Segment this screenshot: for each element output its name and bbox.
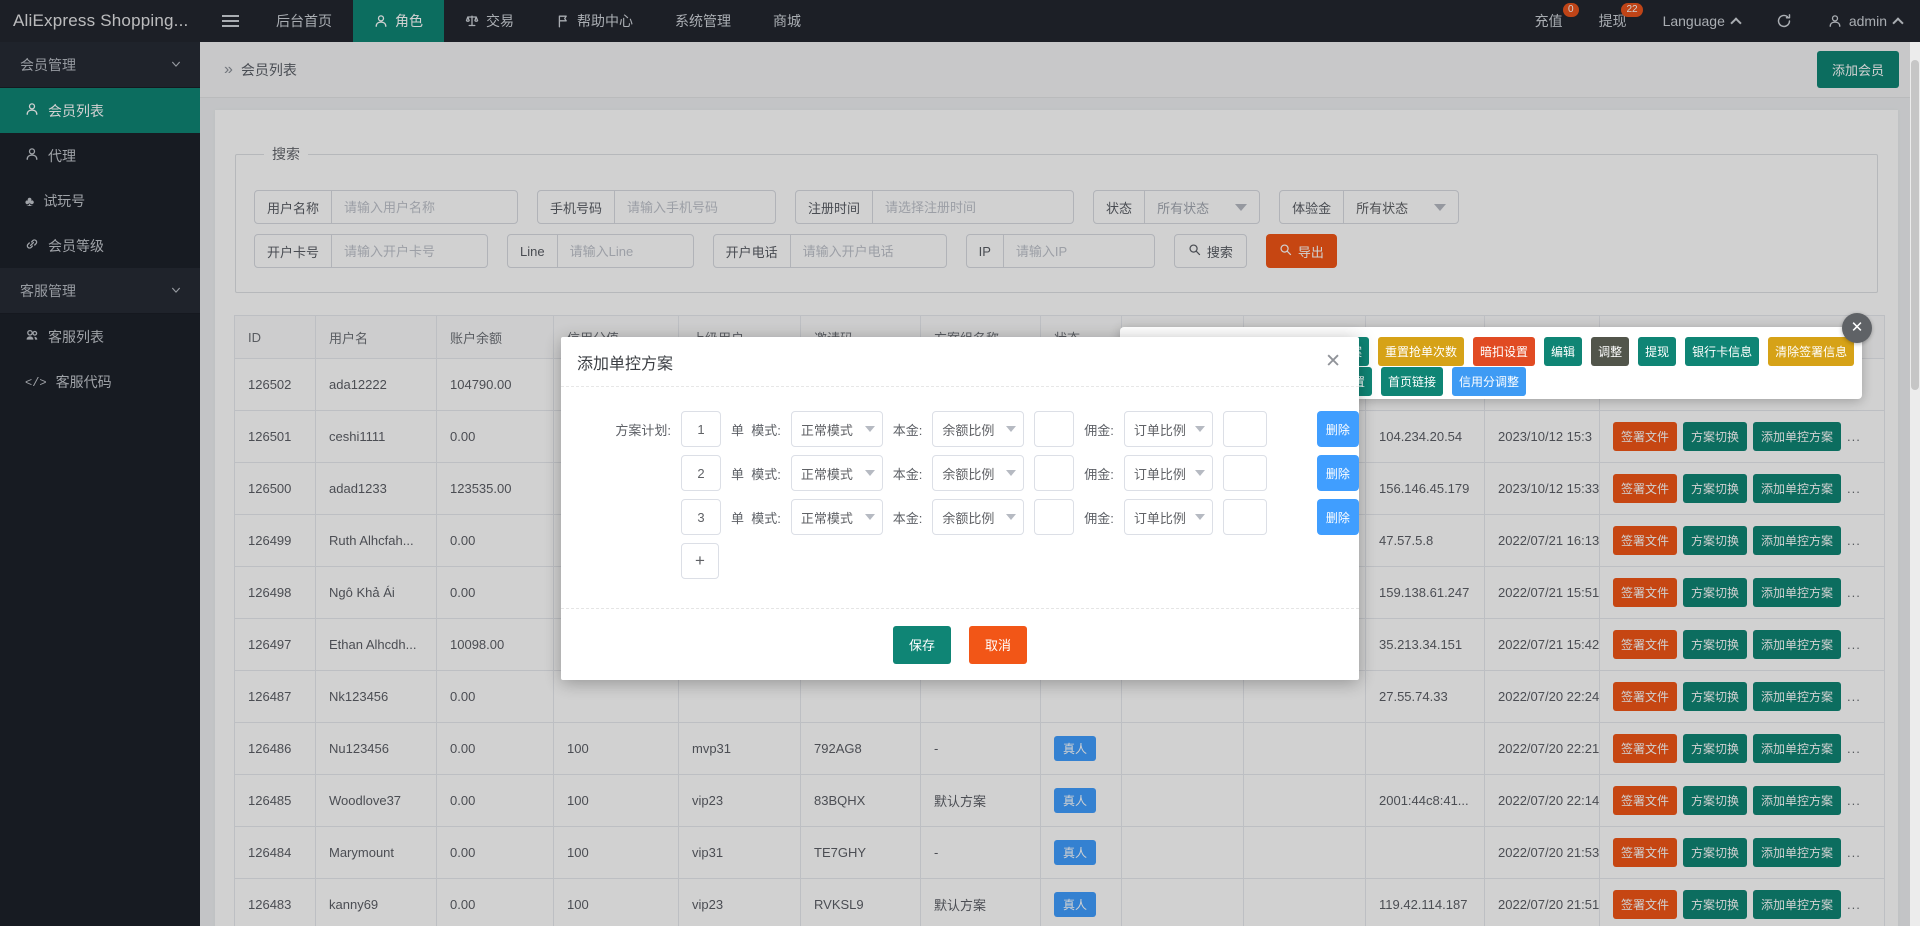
caret-down-icon [865, 514, 875, 520]
commission-label: 佣金: [1084, 508, 1114, 527]
scrollbar-thumb[interactable] [1911, 60, 1919, 390]
commission-value: 订单比例 [1134, 508, 1186, 527]
commission-select[interactable]: 订单比例 [1124, 411, 1213, 447]
delete-row-button[interactable]: 删除 [1317, 499, 1359, 535]
save-button[interactable]: 保存 [893, 626, 951, 664]
caret-down-icon [865, 470, 875, 476]
principal-value: 余额比例 [942, 420, 994, 439]
mode-value: 正常模式 [801, 508, 853, 527]
popup-close-icon[interactable]: ✕ [1842, 313, 1872, 343]
unit-mode-label: 单 模式: [731, 464, 781, 483]
caret-down-icon [1006, 426, 1016, 432]
page-scrollbar [1910, 42, 1920, 926]
principal-select[interactable]: 余额比例 [932, 455, 1024, 491]
principal-amount-input[interactable] [1034, 455, 1074, 491]
btn-home-link[interactable]: 首页链接 [1381, 367, 1443, 396]
caret-down-icon [1006, 470, 1016, 476]
add-single-control-modal: 添加单控方案 ✕ 方案计划:单 模式:正常模式本金:余额比例佣金:订单比例删除单… [561, 337, 1359, 680]
plan-number-input[interactable] [681, 455, 721, 491]
plan-label: 方案计划: [591, 420, 671, 439]
caret-down-icon [1195, 426, 1205, 432]
modal-title: 添加单控方案 [577, 350, 673, 374]
commission-select[interactable]: 订单比例 [1124, 455, 1213, 491]
plan-row-1: 方案计划: 单 模式: 正常模式 本金: 余额比例 佣金: 订单比例 删除 [591, 411, 1359, 447]
plan-row-2: 单 模式: 正常模式 本金: 余额比例 佣金: 订单比例 删除 [591, 455, 1359, 491]
unit-mode-label: 单 模式: [731, 420, 781, 439]
modal-body: 方案计划:单 模式:正常模式本金:余额比例佣金:订单比例删除单 模式:正常模式本… [561, 387, 1359, 608]
mode-value: 正常模式 [801, 464, 853, 483]
principal-amount-input[interactable] [1034, 411, 1074, 447]
btn-clear-sign-info[interactable]: 清除签署信息 [1768, 337, 1854, 366]
btn-hidden-deduct-settings[interactable]: 暗扣设置 [1473, 337, 1535, 366]
modal-close-icon[interactable]: ✕ [1325, 350, 1341, 373]
mode-select[interactable]: 正常模式 [791, 411, 883, 447]
caret-down-icon [865, 426, 875, 432]
caret-down-icon [1195, 514, 1205, 520]
plan-row-3: 单 模式: 正常模式 本金: 余额比例 佣金: 订单比例 删除 [591, 499, 1359, 535]
commission-value: 订单比例 [1134, 420, 1186, 439]
commission-label: 佣金: [1084, 420, 1114, 439]
principal-label: 本金: [893, 464, 923, 483]
principal-amount-input[interactable] [1034, 499, 1074, 535]
principal-select[interactable]: 余额比例 [932, 499, 1024, 535]
btn-withdraw[interactable]: 提现 [1638, 337, 1676, 366]
principal-select[interactable]: 余额比例 [932, 411, 1024, 447]
delete-row-button[interactable]: 删除 [1317, 411, 1359, 447]
unit-mode-label: 单 模式: [731, 508, 781, 527]
add-plan-row-button[interactable]: + [681, 543, 719, 579]
principal-label: 本金: [893, 420, 923, 439]
commission-amount-input[interactable] [1223, 411, 1267, 447]
commission-value: 订单比例 [1134, 464, 1186, 483]
btn-reset-grab-count[interactable]: 重置抢单次数 [1378, 337, 1464, 366]
commission-amount-input[interactable] [1223, 499, 1267, 535]
principal-value: 余额比例 [942, 464, 994, 483]
principal-value: 余额比例 [942, 508, 994, 527]
mode-select[interactable]: 正常模式 [791, 499, 883, 535]
commission-amount-input[interactable] [1223, 455, 1267, 491]
btn-adjust[interactable]: 调整 [1591, 337, 1629, 366]
cancel-button[interactable]: 取消 [969, 626, 1027, 664]
commission-label: 佣金: [1084, 464, 1114, 483]
btn-bank-card-info[interactable]: 银行卡信息 [1685, 337, 1759, 366]
caret-down-icon [1006, 514, 1016, 520]
btn-edit[interactable]: 编辑 [1544, 337, 1582, 366]
caret-down-icon [1195, 470, 1205, 476]
commission-select[interactable]: 订单比例 [1124, 499, 1213, 535]
popup-actions-row-1: 添加单控方案重置抢单次数暗扣设置编辑调整提现银行卡信息清除签署信息 [1283, 337, 1854, 366]
modal-header: 添加单控方案 ✕ [561, 337, 1359, 387]
delete-row-button[interactable]: 删除 [1317, 455, 1359, 491]
principal-label: 本金: [893, 508, 923, 527]
mode-value: 正常模式 [801, 420, 853, 439]
plan-number-input[interactable] [681, 499, 721, 535]
modal-footer: 保存 取消 [561, 608, 1359, 680]
mode-select[interactable]: 正常模式 [791, 455, 883, 491]
btn-credit-adjust[interactable]: 信用分调整 [1452, 367, 1526, 396]
plan-number-input[interactable] [681, 411, 721, 447]
